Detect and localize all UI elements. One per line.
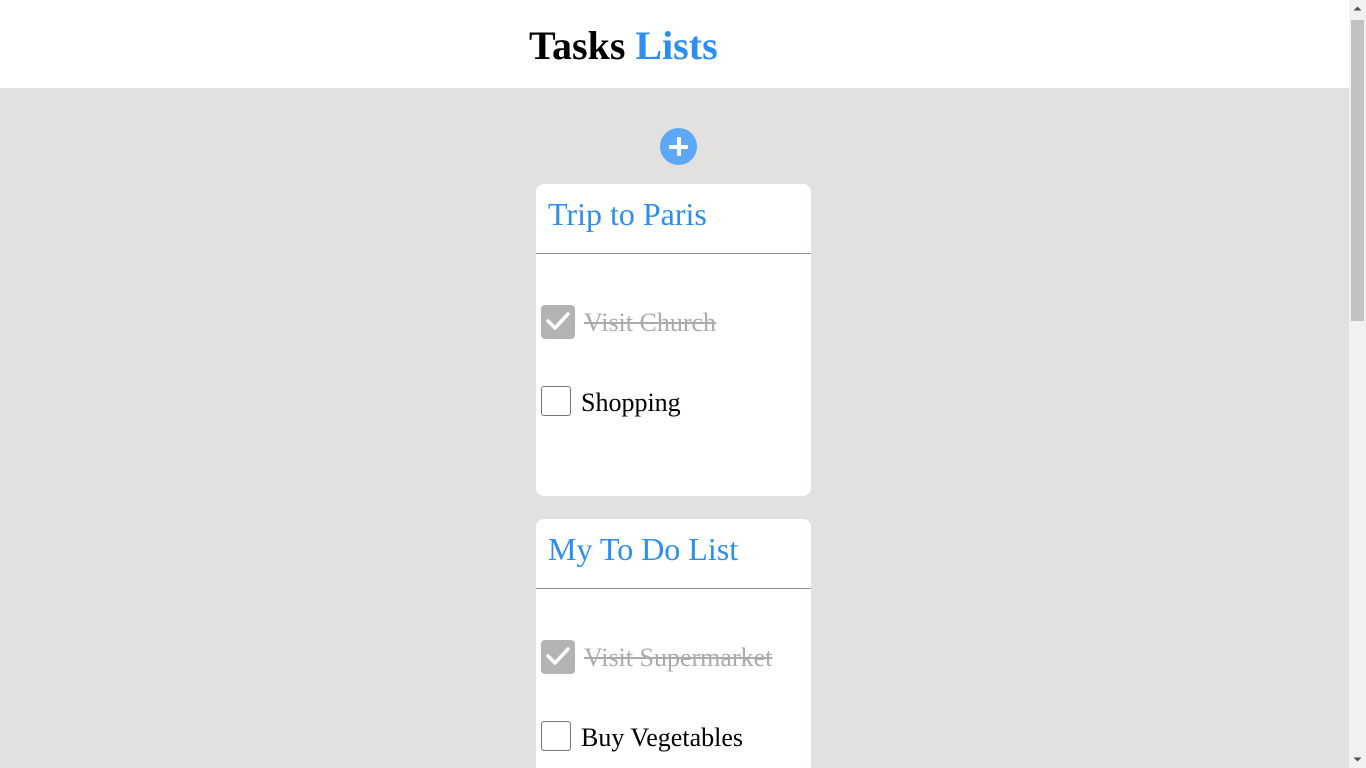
task-label: Visit Church — [584, 308, 717, 337]
card-divider — [536, 588, 811, 589]
app-title: Tasks Lists — [529, 23, 718, 69]
add-list-button[interactable] — [660, 128, 697, 165]
task-item[interactable]: Buy Vegetables — [541, 721, 806, 755]
task-checkbox-checked[interactable] — [541, 640, 575, 674]
header-bar: Tasks Lists — [0, 0, 1349, 88]
page: Tasks Lists Trip to Paris Visit Church S… — [0, 0, 1366, 768]
task-list-card: Trip to Paris Visit Church Shopping — [536, 184, 811, 496]
task-checkbox-checked[interactable] — [541, 305, 575, 339]
card-divider — [536, 253, 811, 254]
app-title-accent: Lists — [635, 23, 718, 68]
app-title-main: Tasks — [529, 23, 636, 68]
list-title[interactable]: My To Do List — [548, 531, 738, 567]
list-title[interactable]: Trip to Paris — [548, 196, 707, 232]
scroll-up-arrow-icon[interactable] — [1349, 0, 1366, 17]
task-item[interactable]: Shopping — [541, 386, 806, 420]
task-label: Buy Vegetables — [581, 723, 743, 752]
scroll-down-arrow-icon[interactable] — [1349, 751, 1366, 768]
vertical-scrollbar[interactable] — [1349, 0, 1366, 768]
checkmark-icon — [546, 647, 570, 665]
task-item[interactable]: Visit Church — [541, 305, 806, 339]
task-label: Shopping — [581, 388, 681, 417]
task-list-card: My To Do List Visit Supermarket Buy Vege… — [536, 519, 811, 768]
task-checkbox[interactable] — [541, 386, 571, 416]
checkmark-icon — [546, 312, 570, 330]
app-viewport: Tasks Lists Trip to Paris Visit Church S… — [0, 0, 1349, 768]
task-checkbox[interactable] — [541, 721, 571, 751]
scrollbar-thumb[interactable] — [1351, 20, 1364, 321]
task-label: Visit Supermarket — [584, 643, 773, 672]
task-item[interactable]: Visit Supermarket — [541, 640, 806, 674]
